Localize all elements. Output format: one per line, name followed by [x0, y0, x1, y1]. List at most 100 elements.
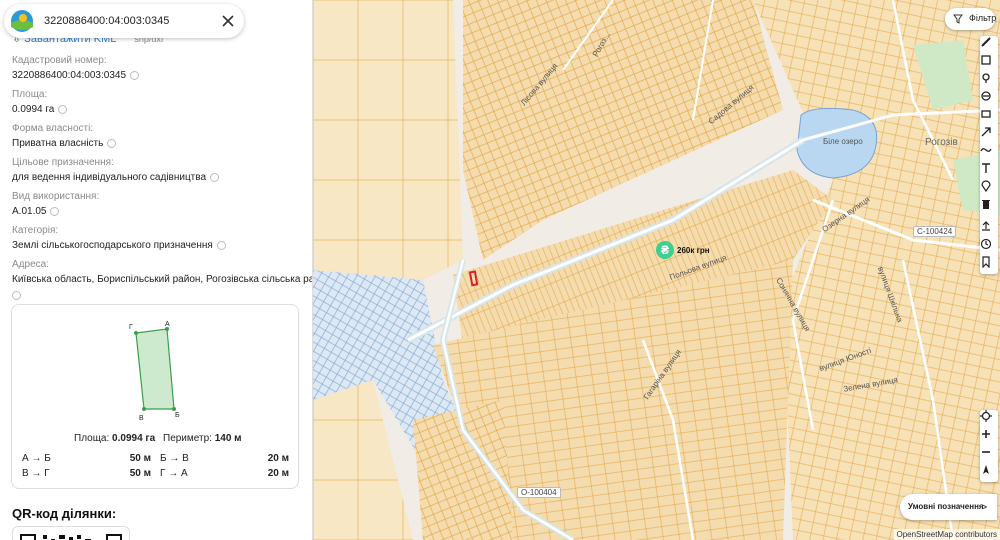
tool-text[interactable]: [980, 162, 998, 180]
plus-icon: [982, 430, 990, 438]
segment-value: 20 м: [267, 453, 289, 464]
tool-location[interactable]: [980, 180, 998, 198]
info-icon[interactable]: [107, 138, 117, 148]
category-label: Категорія:: [12, 225, 59, 236]
tool-circle[interactable]: [980, 90, 998, 108]
use-type-field: Вид використання: А.01.05: [12, 191, 99, 217]
locate-button[interactable]: [980, 410, 998, 428]
legend-label[interactable]: Умовні позначення: [908, 502, 984, 511]
area-field: Площа: 0.0994 га: [12, 89, 68, 115]
tool-arrow[interactable]: [980, 126, 998, 144]
card-area: Площа: 0.0994 га: [74, 433, 155, 444]
trash-icon: [982, 200, 990, 209]
filter-button[interactable]: Фільтр: [945, 8, 996, 30]
category-value: Землі сільськогосподарського призначення: [12, 240, 213, 251]
tool-history[interactable]: [980, 238, 998, 256]
upload-icon: [982, 221, 990, 231]
zoom-out-button[interactable]: [980, 446, 998, 464]
segment-value: 50 м: [129, 468, 151, 479]
road-code-o100404: О-100404: [517, 487, 561, 498]
filter-label[interactable]: Фільтр: [969, 13, 996, 23]
tool-delete[interactable]: [980, 198, 998, 216]
marker-icon: [982, 73, 990, 83]
segment-value: 50 м: [129, 453, 151, 464]
chevron-right-icon: >: [981, 502, 987, 512]
info-icon[interactable]: [12, 290, 21, 300]
town-label: Рогозів: [925, 137, 958, 148]
bookmark-icon: [982, 256, 990, 268]
tool-ruler[interactable]: [980, 36, 998, 54]
draw-toolbar: [980, 36, 998, 274]
segment-label: Б → В: [160, 453, 189, 464]
info-icon[interactable]: [130, 70, 140, 80]
zoom-in-button[interactable]: [980, 428, 998, 446]
info-icon[interactable]: [210, 172, 220, 182]
use-type-value: А.01.05: [12, 206, 47, 217]
minus-icon: [982, 451, 990, 453]
polygon-icon: [981, 55, 991, 65]
rectangle-icon: [981, 110, 991, 118]
vertex-label-b: Б: [175, 412, 180, 419]
logo-icon: [11, 10, 33, 32]
map-attribution[interactable]: OpenStreetMap contributors: [893, 529, 1000, 540]
info-icon[interactable]: [216, 240, 226, 250]
price-marker-icon[interactable]: ₴: [656, 241, 674, 259]
ruler-icon: [981, 37, 991, 47]
search-bar[interactable]: 3220886400:04:003:0345: [4, 4, 244, 38]
close-icon[interactable]: [220, 13, 236, 29]
legend-button[interactable]: Умовні позначення >: [900, 494, 997, 520]
arrow-icon: [981, 127, 991, 137]
filter-icon: [953, 14, 963, 24]
segment-label: В → Г: [22, 468, 50, 479]
vertex-label-g: Г: [129, 324, 133, 331]
tool-marker[interactable]: [980, 72, 998, 90]
cadastral-field: Кадастровий номер: 3220886400:04:003:034…: [12, 55, 140, 81]
card-perimeter-value: 140 м: [214, 433, 242, 444]
segment-label: А → Б: [22, 453, 51, 464]
ownership-value: Приватна власність: [12, 138, 104, 149]
location-icon: [981, 180, 991, 192]
tool-rectangle[interactable]: [980, 108, 998, 126]
address-field: Адреса: Київська область, Бориспільський…: [12, 259, 313, 303]
qr-code: [12, 526, 130, 540]
road-code-c100424: С-100424: [913, 226, 957, 237]
area-value: 0.0994 га: [12, 104, 55, 115]
cadastral-label: Кадастровий номер:: [12, 55, 107, 66]
circle-icon: [981, 91, 991, 101]
segment-label: Г → А: [160, 468, 188, 479]
info-icon[interactable]: [50, 206, 60, 216]
use-type-label: Вид використання:: [12, 191, 100, 202]
segment-value: 20 м: [267, 468, 289, 479]
cadastral-value: 3220886400:04:003:0345: [12, 70, 127, 81]
qr-title: QR-код ділянки:: [12, 506, 117, 521]
card-perimeter: Периметр: 140 м: [163, 433, 242, 444]
tool-bookmark[interactable]: [980, 256, 998, 274]
category-field: Категорія: Землі сільськогосподарського …: [12, 225, 226, 251]
address-value: Київська область, Бориспільський район, …: [12, 274, 313, 285]
tool-upload[interactable]: [980, 220, 998, 238]
lake-label: Біле озеро: [823, 137, 863, 146]
vertex-label-a: А: [165, 321, 170, 328]
purpose-field: Цільове призначення: для ведення індивід…: [12, 157, 220, 183]
compass-icon: [983, 465, 989, 474]
parcel-shape-card: Г А В Б Площа: 0.0994 га Периметр: 140 м…: [11, 304, 299, 489]
tool-line[interactable]: [980, 144, 998, 162]
info-icon[interactable]: [58, 104, 68, 114]
card-area-label: Площа:: [74, 433, 110, 444]
map-canvas[interactable]: [313, 0, 1000, 540]
map-view[interactable]: Біле озеро Рогозів Озерна вулиця Польова…: [313, 0, 1000, 540]
purpose-value: для ведення індивідуального садівництва: [12, 172, 207, 183]
vertex-label-v: В: [139, 415, 144, 422]
address-label: Адреса:: [12, 259, 49, 270]
parcel-info-panel: 3220886400:04:003:0345 ⇩ Завантажити KML…: [0, 0, 313, 540]
search-input[interactable]: 3220886400:04:003:0345: [44, 15, 169, 27]
ownership-label: Форма власності:: [12, 123, 94, 134]
compass-button[interactable]: [980, 464, 998, 482]
price-label[interactable]: 260к грн: [677, 246, 710, 255]
qr-code-image: [20, 534, 122, 540]
wave-icon: [980, 148, 992, 152]
ownership-field: Форма власності: Приватна власність: [12, 123, 117, 149]
purpose-label: Цільове призначення:: [12, 157, 114, 168]
card-area-value: 0.0994 га: [112, 433, 156, 444]
tool-polygon[interactable]: [980, 54, 998, 72]
